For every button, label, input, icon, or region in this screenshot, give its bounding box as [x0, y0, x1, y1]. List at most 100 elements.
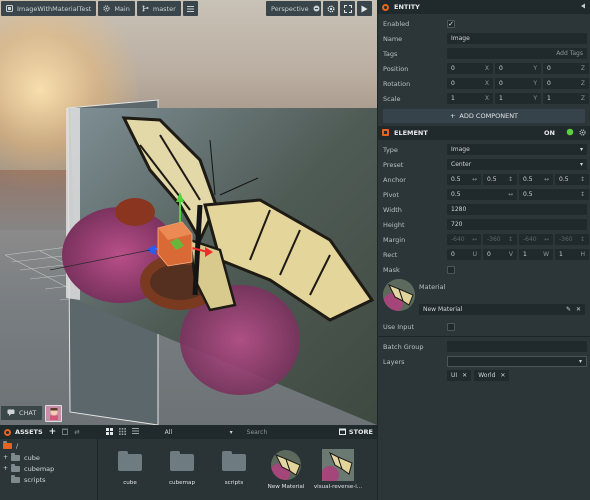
scale-x-field[interactable]: 1X: [447, 93, 493, 104]
branch-button[interactable]: master: [136, 1, 181, 16]
asset-filter-value: All: [164, 428, 173, 436]
tree-item-cubemap[interactable]: + cubemap: [0, 463, 97, 474]
rect-w-field[interactable]: 1W: [519, 249, 553, 260]
asset-name: visual-reverse-i...: [313, 484, 363, 490]
layer-tag-ui[interactable]: UI ✕: [447, 370, 472, 381]
rect-v-value: 0: [487, 251, 491, 258]
asset-search-input[interactable]: Search: [242, 426, 313, 438]
rect-h-field[interactable]: 1H: [555, 249, 589, 260]
layers-select[interactable]: ▾: [447, 356, 587, 367]
enabled-toggle[interactable]: [560, 128, 574, 138]
scale-y-field[interactable]: 1Y: [495, 93, 541, 104]
anchor-3-field[interactable]: 0.5 ↕: [555, 174, 589, 185]
viewport[interactable]: ImageWithMaterialTest Main master Perspe…: [0, 0, 377, 425]
layers-row: Layers ▾: [378, 354, 590, 369]
expand-icon[interactable]: +: [3, 454, 8, 461]
folder-icon: [3, 440, 12, 449]
camera-label: Perspective: [271, 4, 309, 13]
asset-grid: cube cubemap scripts New Material visual…: [98, 439, 377, 500]
margin-0-field[interactable]: -640 ↔: [447, 234, 481, 245]
pivot-x-field[interactable]: 0.5 ↔: [447, 189, 517, 200]
scene-name-button[interactable]: ImageWithMaterialTest: [1, 1, 97, 16]
scale-z-value: 1: [547, 95, 551, 102]
rect-row: Rect 0U 0V 1W 1H: [378, 247, 590, 262]
close-icon[interactable]: ✕: [462, 372, 467, 379]
scene-button[interactable]: Main: [98, 1, 135, 16]
use-input-checkbox[interactable]: [447, 322, 455, 331]
grid-small-icon[interactable]: [118, 427, 126, 437]
refresh-icon[interactable]: ⇄: [74, 428, 79, 436]
asset-filter-select[interactable]: All ▾: [160, 426, 237, 438]
name-field[interactable]: Image: [447, 33, 587, 44]
asset-item-cube[interactable]: cube: [104, 439, 156, 500]
position-y-field[interactable]: 0Y: [495, 63, 541, 74]
asset-item-cubemap[interactable]: cubemap: [156, 439, 208, 500]
enabled-checkbox[interactable]: ✓: [447, 19, 455, 28]
chat-button[interactable]: CHAT: [1, 406, 43, 420]
mask-checkbox[interactable]: [447, 265, 455, 274]
tree-item-cube[interactable]: + cube: [0, 452, 97, 463]
position-z-field[interactable]: 0Z: [543, 63, 589, 74]
margin-3-field[interactable]: -360 ↕: [555, 234, 589, 245]
anchor-2-field[interactable]: 0.5 ↔: [519, 174, 553, 185]
gear-icon: [103, 5, 110, 12]
pivot-y-field[interactable]: 0.5 ↕: [519, 189, 589, 200]
asset-item-scripts[interactable]: scripts: [208, 439, 260, 500]
width-field[interactable]: 1280: [447, 204, 587, 215]
anchor-1-field[interactable]: 0.5 ↕: [483, 174, 517, 185]
batch-group-field[interactable]: [447, 341, 587, 352]
anchor-label: Anchor: [383, 175, 406, 184]
avatar[interactable]: [45, 404, 63, 422]
use-input-label: Use Input: [383, 322, 415, 331]
rotation-y-field[interactable]: 0Y: [495, 78, 541, 89]
position-x-field[interactable]: 0X: [447, 63, 493, 74]
element-panel-header[interactable]: ELEMENT ON: [378, 126, 590, 140]
collapse-icon[interactable]: [580, 3, 586, 11]
close-icon[interactable]: ✕: [576, 306, 581, 313]
entity-panel-header[interactable]: ENTITY: [378, 0, 590, 14]
scale-z-field[interactable]: 1Z: [543, 93, 589, 104]
type-select[interactable]: Image ▾: [447, 144, 587, 155]
tree-root[interactable]: /: [0, 439, 97, 452]
anchor-2-value: 0.5: [523, 176, 533, 183]
menu-button[interactable]: [182, 1, 198, 16]
rect-u-field[interactable]: 0U: [447, 249, 481, 260]
rotation-z-field[interactable]: 0Z: [543, 78, 589, 89]
anchor-0-field[interactable]: 0.5 ↔: [447, 174, 481, 185]
rotation-x-field[interactable]: 0X: [447, 78, 493, 89]
list-view-icon[interactable]: [131, 428, 139, 436]
fullscreen-button[interactable]: [340, 1, 355, 16]
close-icon[interactable]: ✕: [500, 372, 505, 379]
asset-item-new-material[interactable]: New Material: [260, 439, 312, 500]
scale-y-value: 1: [499, 95, 503, 102]
layer-tag-world[interactable]: World ✕: [474, 370, 510, 381]
folder-icon: [222, 451, 246, 471]
asset-name: New Material: [267, 484, 305, 490]
type-label: Type: [383, 145, 398, 154]
material-preview[interactable]: [383, 279, 415, 311]
grid-large-icon[interactable]: [105, 427, 113, 437]
material-field[interactable]: New Material ✎ ✕: [419, 304, 585, 315]
rect-v-field[interactable]: 0V: [483, 249, 517, 260]
store-button[interactable]: STORE: [338, 428, 373, 437]
asset-item-texture[interactable]: visual-reverse-i...: [312, 439, 364, 500]
axis-x-label: X: [484, 80, 489, 87]
launch-button[interactable]: [357, 1, 372, 16]
preset-select[interactable]: Center ▾: [447, 159, 587, 170]
type-row: Type Image ▾: [378, 142, 590, 157]
camera-dropdown[interactable]: Perspective: [266, 1, 321, 16]
tree-item-scripts[interactable]: scripts: [0, 474, 97, 485]
expand-icon[interactable]: +: [3, 465, 8, 472]
height-field[interactable]: 720: [447, 219, 587, 230]
edit-icon[interactable]: ✎: [566, 306, 571, 313]
settings-button[interactable]: [323, 1, 338, 16]
add-asset-icon[interactable]: +: [49, 427, 57, 437]
folder-icon: [118, 451, 142, 471]
add-component-button[interactable]: + ADD COMPONENT: [383, 109, 585, 123]
tags-field[interactable]: Add Tags: [447, 48, 587, 59]
delete-icon[interactable]: [62, 428, 69, 437]
material-name: New Material: [423, 306, 463, 313]
gear-icon[interactable]: [579, 128, 586, 138]
margin-2-field[interactable]: -640 ↔: [519, 234, 553, 245]
margin-1-field[interactable]: -360 ↕: [483, 234, 517, 245]
